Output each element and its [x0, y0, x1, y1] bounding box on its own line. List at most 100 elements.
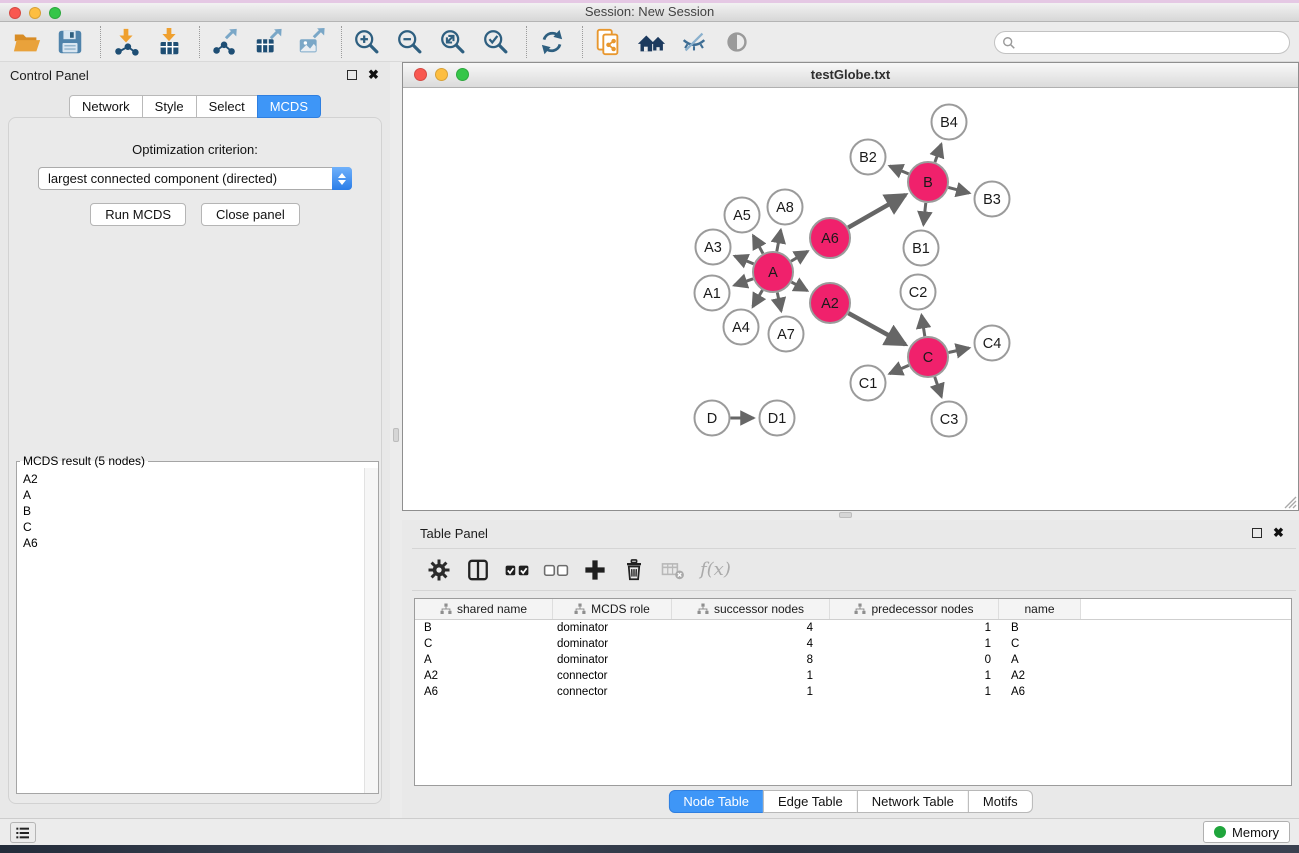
mcds-result-item[interactable]: C: [23, 519, 363, 535]
show-columns-button[interactable]: [464, 556, 492, 584]
table-cell[interactable]: A: [999, 652, 1081, 668]
table-row[interactable]: Adominator80A: [415, 652, 1291, 668]
graph-node-A7[interactable]: A7: [769, 317, 804, 352]
graph-edge-A-A4[interactable]: [753, 290, 763, 307]
result-list-scrollbar[interactable]: [364, 468, 378, 793]
graph-node-B2[interactable]: B2: [851, 140, 886, 175]
zoom-selected-button[interactable]: [481, 27, 511, 57]
table-cell[interactable]: B: [999, 620, 1081, 636]
column-header-predecessor-nodes[interactable]: predecessor nodes: [830, 599, 999, 619]
graph-edge-B-B4[interactable]: [935, 144, 941, 162]
table-cell[interactable]: B: [415, 620, 553, 636]
column-header-shared-name[interactable]: shared name: [415, 599, 553, 619]
graph-edge-C-C2[interactable]: [922, 315, 925, 336]
network-canvas[interactable]: B4B2BB3A8A5A6A3B1AC2A1A2A4A7C4CC1DD1C3: [403, 88, 1298, 510]
table-cell[interactable]: 8: [672, 652, 830, 668]
mcds-result-item[interactable]: A6: [23, 535, 363, 551]
table-header-row[interactable]: shared nameMCDS rolesuccessor nodesprede…: [415, 599, 1291, 620]
table-cell[interactable]: 1: [830, 668, 999, 684]
graph-edge-A-A3[interactable]: [735, 256, 754, 264]
table-cell[interactable]: A6: [999, 684, 1081, 700]
graph-node-A[interactable]: A: [753, 252, 793, 292]
table-cell[interactable]: dominator: [553, 620, 672, 636]
column-header-successor-nodes[interactable]: successor nodes: [672, 599, 830, 619]
network-close-button[interactable]: [414, 68, 427, 81]
export-table-button[interactable]: [253, 27, 283, 57]
panel-splitter-handle[interactable]: [393, 428, 399, 442]
function-builder-icon[interactable]: f(x): [700, 559, 731, 580]
tab-edge-table[interactable]: Edge Table: [763, 790, 858, 813]
graph-edge-A-A5[interactable]: [753, 236, 763, 254]
table-row[interactable]: A2connector11A2: [415, 668, 1291, 684]
float-panel-button[interactable]: [345, 69, 358, 82]
zoom-fit-button[interactable]: [438, 27, 468, 57]
mcds-result-item[interactable]: A2: [23, 471, 363, 487]
graph-edge-A-A7[interactable]: [777, 293, 781, 311]
hide-graphics-details-button[interactable]: [679, 27, 709, 57]
table-cell[interactable]: A: [415, 652, 553, 668]
graph-node-D1[interactable]: D1: [760, 401, 795, 436]
mcds-result-list[interactable]: A2ABCA6: [17, 468, 363, 793]
tab-select[interactable]: Select: [196, 95, 258, 118]
graph-edge-A6-B[interactable]: [848, 195, 905, 228]
node-table[interactable]: shared nameMCDS rolesuccessor nodesprede…: [414, 598, 1292, 786]
memory-button[interactable]: Memory: [1203, 821, 1290, 843]
tab-network-table[interactable]: Network Table: [857, 790, 969, 813]
tab-node-table[interactable]: Node Table: [668, 790, 764, 813]
graph-node-C[interactable]: C: [908, 337, 948, 377]
table-cell[interactable]: connector: [553, 684, 672, 700]
zoom-in-button[interactable]: [352, 27, 382, 57]
add-row-button[interactable]: [581, 556, 609, 584]
search-input[interactable]: [1021, 35, 1276, 50]
table-cell[interactable]: 1: [830, 636, 999, 652]
tab-network[interactable]: Network: [69, 95, 143, 118]
table-cell[interactable]: A2: [415, 668, 553, 684]
graph-node-C2[interactable]: C2: [901, 275, 936, 310]
graph-node-A6[interactable]: A6: [810, 218, 850, 258]
graph-node-B1[interactable]: B1: [904, 231, 939, 266]
graph-node-C1[interactable]: C1: [851, 366, 886, 401]
table-cell[interactable]: dominator: [553, 636, 672, 652]
network-graph[interactable]: B4B2BB3A8A5A6A3B1AC2A1A2A4A7C4CC1DD1C3: [403, 88, 1298, 510]
graph-node-A5[interactable]: A5: [725, 198, 760, 233]
graph-edge-A-A2[interactable]: [791, 282, 807, 291]
graph-node-A3[interactable]: A3: [696, 230, 731, 265]
table-close-panel-button[interactable]: ✖: [1272, 527, 1285, 540]
table-body[interactable]: Bdominator41BCdominator41CAdominator80AA…: [415, 620, 1291, 700]
graph-node-D[interactable]: D: [695, 401, 730, 436]
close-panel-button[interactable]: ✖: [367, 69, 380, 82]
column-header-name[interactable]: name: [999, 599, 1081, 619]
tab-motifs[interactable]: Motifs: [968, 790, 1033, 813]
graph-edge-B-B1[interactable]: [923, 203, 925, 225]
graph-edge-C-C3[interactable]: [935, 377, 942, 397]
graph-node-B[interactable]: B: [908, 162, 948, 202]
export-network-button[interactable]: [210, 27, 240, 57]
refresh-network-button[interactable]: [537, 27, 567, 57]
delete-table-button[interactable]: [659, 556, 687, 584]
window-resize-grip[interactable]: [1282, 494, 1297, 509]
task-history-button[interactable]: [10, 822, 36, 843]
table-cell[interactable]: 1: [672, 668, 830, 684]
close-window-button[interactable]: [9, 7, 21, 19]
graph-node-C4[interactable]: C4: [975, 326, 1010, 361]
graph-edge-B-B3[interactable]: [948, 187, 969, 193]
graph-node-C3[interactable]: C3: [932, 402, 967, 437]
zoom-out-button[interactable]: [395, 27, 425, 57]
import-network-button[interactable]: [111, 27, 141, 57]
table-cell[interactable]: 0: [830, 652, 999, 668]
table-cell[interactable]: connector: [553, 668, 672, 684]
graph-edge-A2-C[interactable]: [848, 313, 905, 344]
graph-edge-A-A1[interactable]: [734, 279, 753, 286]
table-row[interactable]: Cdominator41C: [415, 636, 1291, 652]
table-cell[interactable]: 4: [672, 636, 830, 652]
table-cell[interactable]: 1: [830, 620, 999, 636]
import-table-button[interactable]: [154, 27, 184, 57]
search-field[interactable]: [994, 31, 1290, 54]
save-session-button[interactable]: [55, 27, 85, 57]
graph-node-A1[interactable]: A1: [695, 276, 730, 311]
network-window-controls[interactable]: [414, 68, 469, 81]
column-header-mcds-role[interactable]: MCDS role: [553, 599, 672, 619]
run-mcds-button[interactable]: Run MCDS: [90, 203, 186, 226]
table-cell[interactable]: A2: [999, 668, 1081, 684]
close-panel-button-mcds[interactable]: Close panel: [201, 203, 300, 226]
